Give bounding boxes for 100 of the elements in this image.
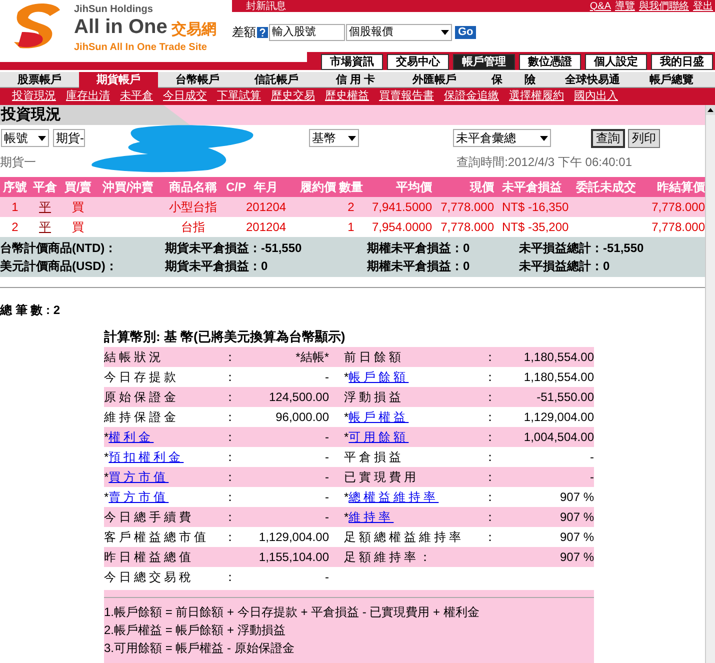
required-mark: * bbox=[104, 489, 109, 506]
view-select[interactable]: 未平倉彙總 bbox=[453, 129, 551, 147]
sub-link[interactable]: 選擇權履約 bbox=[509, 88, 564, 105]
column-header: 數量 bbox=[338, 179, 364, 196]
account-tab[interactable]: 帳戶總覽 bbox=[632, 72, 711, 88]
scrollbar[interactable] bbox=[705, 105, 715, 663]
account-tab[interactable]: 信託帳戶 bbox=[237, 72, 316, 88]
notice-text: 封新訊息 bbox=[246, 0, 286, 12]
colon: ： bbox=[484, 469, 497, 486]
table-cell-text: 2 bbox=[10, 219, 20, 236]
field-link[interactable]: 賣方市值 bbox=[108, 488, 169, 506]
query-button[interactable]: 查詢 bbox=[591, 128, 625, 148]
print-button[interactable]: 列印 bbox=[628, 128, 660, 148]
field-link[interactable]: 總權益維持率 bbox=[348, 488, 439, 506]
summary-text: 期權未平倉損益：0 bbox=[367, 240, 471, 257]
table-cell-text: 7,778.000 bbox=[650, 199, 705, 216]
account-tab[interactable]: 全球快易通 bbox=[553, 72, 632, 88]
account-tab[interactable]: 台幣帳戶 bbox=[158, 72, 237, 88]
table-cell-text: NT$ -16,350 bbox=[501, 199, 570, 216]
main-tab[interactable]: 帳戶管理 bbox=[453, 54, 515, 70]
field-value: 907 % bbox=[558, 509, 594, 526]
field-link[interactable]: 可用餘額 bbox=[348, 428, 409, 446]
top-link[interactable]: Q&A bbox=[590, 0, 611, 12]
field-value: -51,550.00 bbox=[536, 389, 594, 406]
table-cell-text: 2 bbox=[346, 199, 356, 216]
field-label: 今日總交易稅 bbox=[104, 569, 194, 586]
field-link[interactable]: 帳戶權益 bbox=[348, 408, 409, 426]
account-tab[interactable]: 股票帳戶 bbox=[0, 72, 79, 88]
field-link[interactable]: 帳戶餘額 bbox=[348, 368, 409, 386]
account-tab[interactable]: 信 用 卡 bbox=[316, 72, 395, 88]
table-cell-text: 201204 bbox=[246, 219, 286, 236]
column-header: 沖買/沖賣 bbox=[101, 179, 155, 196]
field-value: - bbox=[324, 569, 329, 586]
stock-code-field[interactable]: 輸入股號 bbox=[269, 24, 345, 40]
account-tab[interactable]: 期貨帳戶 bbox=[79, 72, 158, 88]
currency-select[interactable]: 基幣 bbox=[309, 129, 359, 147]
sub-link[interactable]: 歷史交易 bbox=[271, 88, 315, 105]
colon: ： bbox=[224, 429, 237, 446]
caret-icon bbox=[441, 30, 449, 34]
note-text: 3.可用餘額 = 帳戶權益 - 原始保證金 bbox=[104, 640, 296, 657]
main-tab[interactable]: 交易中心 bbox=[387, 54, 449, 70]
field-link[interactable]: 權利金 bbox=[108, 428, 154, 446]
sub-link[interactable]: 保證金追繳 bbox=[444, 88, 499, 105]
sub-link[interactable]: 下單試算 bbox=[217, 88, 261, 105]
sub-link[interactable]: 投資現況 bbox=[12, 88, 56, 105]
field-value: - bbox=[589, 469, 594, 486]
go-button[interactable]: Go bbox=[455, 26, 476, 38]
main-tab[interactable]: 個人設定 bbox=[585, 54, 647, 70]
field-value: 907 % bbox=[558, 529, 594, 546]
field-link[interactable]: 買方市值 bbox=[108, 468, 169, 486]
field-label: 原始保證金 bbox=[104, 389, 179, 406]
main-tab[interactable]: 數位憑證 bbox=[519, 54, 581, 70]
field-value: - bbox=[324, 369, 329, 386]
caret-icon bbox=[38, 136, 46, 140]
field-label: 平倉損益 bbox=[344, 449, 404, 466]
field-link[interactable]: 維持率 bbox=[348, 508, 394, 526]
site-subtitle: JihSun All In One Trade Site bbox=[74, 41, 208, 55]
sub-link[interactable]: 庫存出清 bbox=[66, 88, 110, 105]
sub-link[interactable]: 買賣報告書 bbox=[379, 88, 434, 105]
column-header: 平倉 bbox=[32, 179, 58, 196]
table-cell-text: NT$ -35,200 bbox=[501, 219, 570, 236]
field-label: 結帳狀況 bbox=[104, 349, 164, 366]
field-label: 維持保證金 bbox=[104, 409, 179, 426]
quote-select[interactable]: 個股報價 bbox=[346, 24, 452, 40]
account-select[interactable]: 帳號 bbox=[1, 129, 49, 147]
field-value: 1,129,004.00 bbox=[258, 529, 329, 546]
sub-link[interactable]: 國內出入 bbox=[574, 88, 618, 105]
brand-title: All in One bbox=[74, 17, 168, 37]
colon: ： bbox=[224, 349, 237, 366]
close-position-link[interactable]: 平 bbox=[30, 198, 60, 216]
account-value-select[interactable]: 期貨- bbox=[53, 129, 85, 147]
table-cell-text: 7,941.5000 bbox=[370, 199, 432, 216]
column-header: 平均價 bbox=[395, 179, 432, 196]
caret-icon bbox=[348, 136, 356, 140]
table-cell-text: 買 bbox=[71, 219, 85, 236]
main-tab[interactable]: 市場資訊 bbox=[321, 54, 383, 70]
main-tab[interactable]: 我的日盛 bbox=[651, 54, 713, 70]
top-link[interactable]: 登出 bbox=[693, 0, 713, 12]
top-link[interactable]: 與我們聯絡 bbox=[639, 0, 689, 12]
help-icon[interactable] bbox=[257, 26, 268, 38]
close-position-link[interactable]: 平 bbox=[30, 218, 60, 236]
colon: ： bbox=[224, 569, 237, 586]
field-label: 今日總手續費 bbox=[104, 509, 194, 526]
colon: ： bbox=[484, 449, 497, 466]
field-label: 已實現費用 bbox=[344, 469, 419, 486]
scroll-up-icon[interactable] bbox=[706, 105, 715, 115]
sub-link[interactable]: 今日成交 bbox=[163, 88, 207, 105]
field-label: 足額維持率： bbox=[344, 549, 434, 566]
account-tab[interactable]: 外匯帳戶 bbox=[395, 72, 474, 88]
brand-title-cn: 交易網 bbox=[171, 22, 216, 37]
summary-text: 期權未平倉損益：0 bbox=[367, 258, 471, 275]
top-link[interactable]: 導覽 bbox=[615, 0, 635, 12]
sub-link[interactable]: 未平倉 bbox=[120, 88, 153, 105]
summary-text: 台幣計價商品(NTD)： bbox=[0, 240, 118, 257]
field-value: 1,004,504.00 bbox=[522, 429, 594, 446]
account-tab[interactable]: 保 險 bbox=[474, 72, 553, 88]
summary-text: 美元計價商品(USD)： bbox=[0, 258, 118, 275]
required-mark: * bbox=[104, 429, 109, 446]
sub-link[interactable]: 歷史權益 bbox=[325, 88, 369, 105]
field-link[interactable]: 預扣權利金 bbox=[108, 448, 184, 466]
